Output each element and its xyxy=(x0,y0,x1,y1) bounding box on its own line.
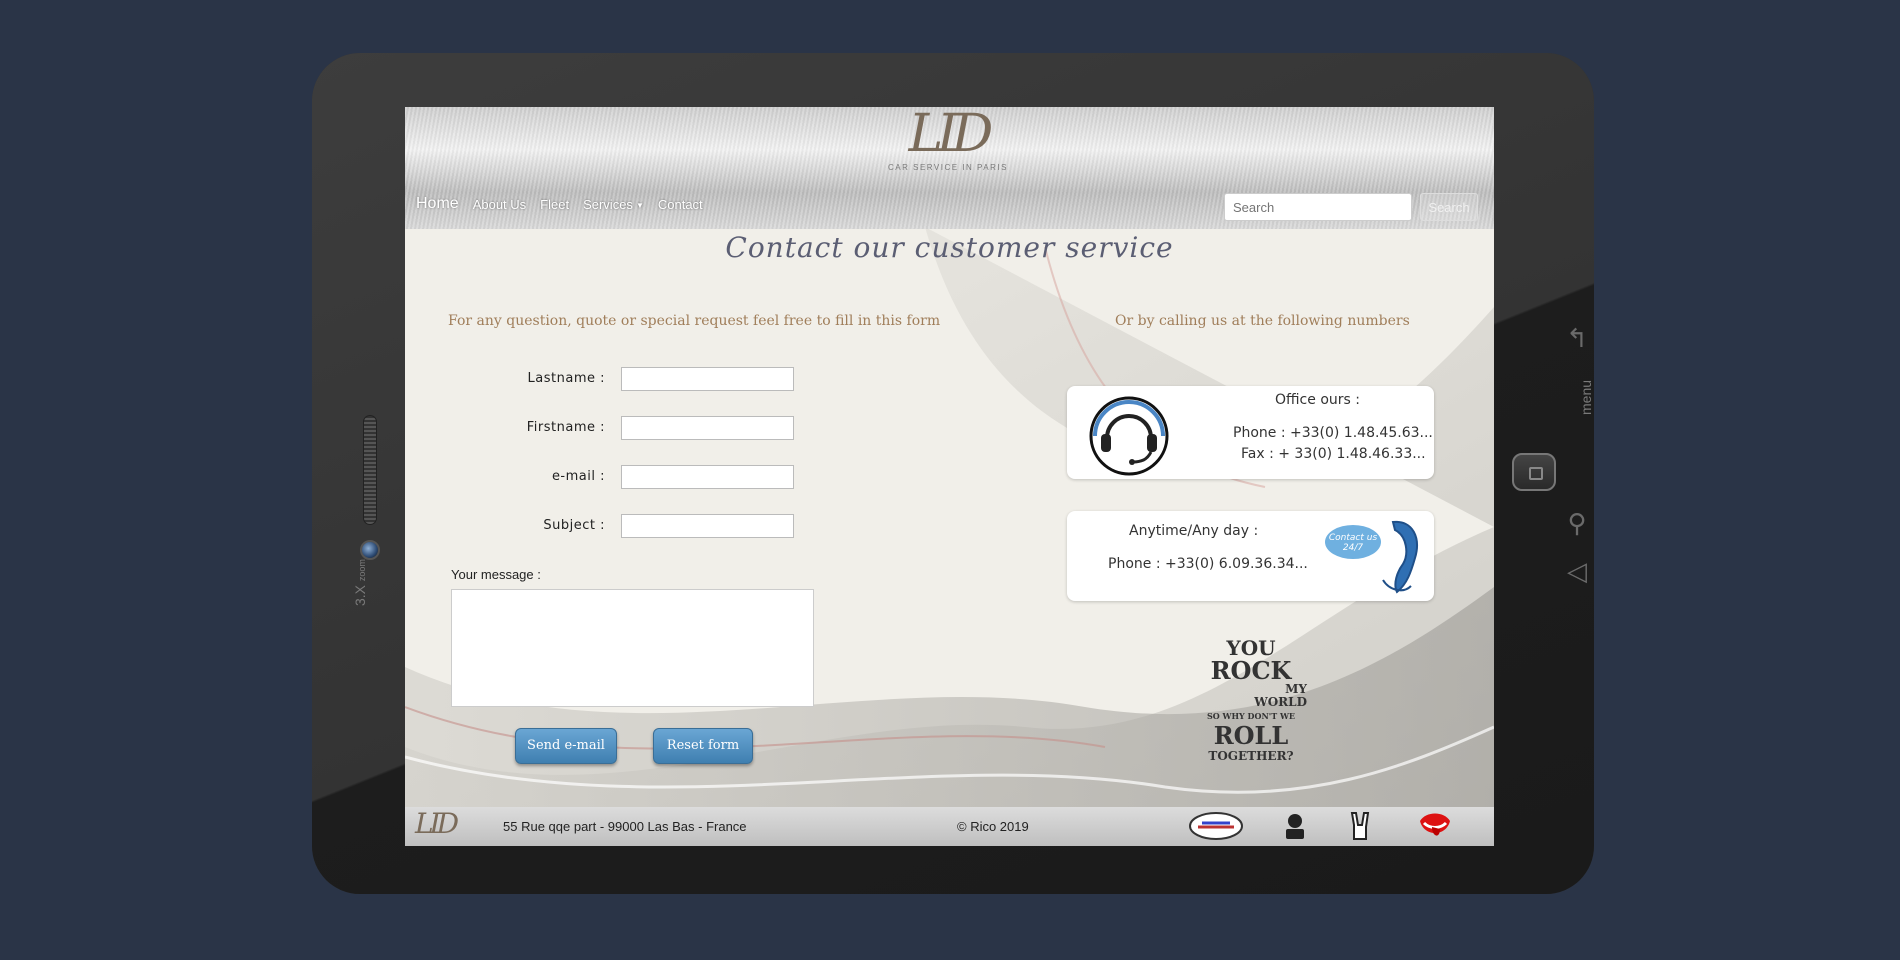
rock-line4: WORLD xyxy=(1254,695,1307,709)
you-rock-my-world-graphic: YOU ROCK MY WORLD SO WHY DON'T WE ROLL T… xyxy=(1195,637,1307,797)
camera-icon xyxy=(360,540,380,560)
form-intro: For any question, quote or special reque… xyxy=(448,313,941,329)
subject-label: Subject : xyxy=(543,518,605,533)
nav-about-us[interactable]: About Us xyxy=(473,197,526,212)
logo-mark: LID xyxy=(908,107,994,164)
footer-logo[interactable]: LID xyxy=(415,807,459,840)
rock-line6: ROLL xyxy=(1213,721,1289,750)
lastname-label: Lastname : xyxy=(527,371,605,386)
footer-address: 55 Rue qqe part - 99000 Las Bas - France xyxy=(503,819,747,834)
rock-line2: ROCK xyxy=(1210,656,1292,685)
menu-label: menu xyxy=(1578,379,1594,415)
anytime-title: Anytime/Any day : xyxy=(1129,523,1259,539)
search-input[interactable] xyxy=(1224,193,1412,221)
firstname-field[interactable] xyxy=(621,416,794,440)
headset-icon xyxy=(1089,396,1169,476)
rock-hand-icon[interactable] xyxy=(1346,811,1374,841)
search-button[interactable]: Search xyxy=(1420,193,1478,221)
search-magnifier-icon[interactable]: ⚲ xyxy=(1557,508,1594,539)
message-textarea[interactable] xyxy=(451,589,814,707)
svg-text:Contact us: Contact us xyxy=(1329,533,1378,543)
home-hardware-button[interactable] xyxy=(1512,453,1556,491)
back-arrow-icon[interactable]: ↰ xyxy=(1557,323,1594,354)
subject-field[interactable] xyxy=(621,514,794,538)
logo-subtitle: CAR SERVICE IN PARIS xyxy=(888,163,1008,172)
site-header: LID CAR SERVICE IN PARIS Home About Us F… xyxy=(405,107,1494,229)
email-label: e-mail : xyxy=(551,469,605,484)
send-email-button[interactable]: Send e-mail xyxy=(515,728,617,764)
rolling-stones-lips-icon[interactable] xyxy=(1418,811,1452,841)
office-phone: Phone : +33(0) 1.48.45.63... xyxy=(1233,425,1433,441)
zoom-label: 3.X zoom xyxy=(352,559,368,606)
caret-down-icon: ▼ xyxy=(635,200,644,210)
nav-fleet[interactable]: Fleet xyxy=(540,197,569,212)
zoom-value: 3.X xyxy=(352,584,368,606)
email-field[interactable] xyxy=(621,465,794,489)
office-hours-title: Office ours : xyxy=(1275,392,1360,408)
site-footer: LID 55 Rue qqe part - 99000 Las Bas - Fr… xyxy=(405,807,1494,846)
rock-line7: TOGETHER? xyxy=(1208,749,1294,763)
site-logo[interactable]: LID CAR SERVICE IN PARIS xyxy=(868,107,1028,172)
anytime-phone: Phone : +33(0) 6.09.36.34... xyxy=(1108,556,1308,572)
nav-contact[interactable]: Contact xyxy=(658,197,703,212)
contact-phone-icon: Contact us 24/7 xyxy=(1325,520,1418,594)
phone-intro: Or by calling us at the following number… xyxy=(1115,313,1410,329)
nav-services-label: Services xyxy=(583,196,633,212)
svg-text:24/7: 24/7 xyxy=(1343,543,1363,553)
main-nav: Home About Us Fleet Services ▼ Contact xyxy=(416,195,703,213)
page-title: Contact our customer service xyxy=(725,231,1174,264)
back-chevron-icon[interactable]: ◁ xyxy=(1557,556,1594,587)
anytime-card: Anytime/Any day : Phone : +33(0) 6.09.36… xyxy=(1067,511,1434,601)
footer-copyright: © Rico 2019 xyxy=(957,819,1029,834)
website-screen: LID CAR SERVICE IN PARIS Home About Us F… xyxy=(405,107,1494,846)
rock-icon[interactable] xyxy=(1280,811,1310,841)
nav-home[interactable]: Home xyxy=(416,195,459,213)
nav-services[interactable]: Services ▼ xyxy=(583,197,644,212)
office-hours-card: Office ours : Phone : +33(0) 1.48.45.63.… xyxy=(1067,386,1434,479)
message-label: Your message : xyxy=(451,567,541,582)
reset-form-button[interactable]: Reset form xyxy=(653,728,753,764)
office-fax: Fax : + 33(0) 1.48.46.33... xyxy=(1241,446,1426,462)
firstname-label: Firstname : xyxy=(526,420,605,435)
zoom-sub: zoom xyxy=(357,559,367,582)
lastname-field[interactable] xyxy=(621,367,794,391)
speaker-grille xyxy=(363,415,377,525)
grande-route-icon[interactable] xyxy=(1188,811,1244,841)
